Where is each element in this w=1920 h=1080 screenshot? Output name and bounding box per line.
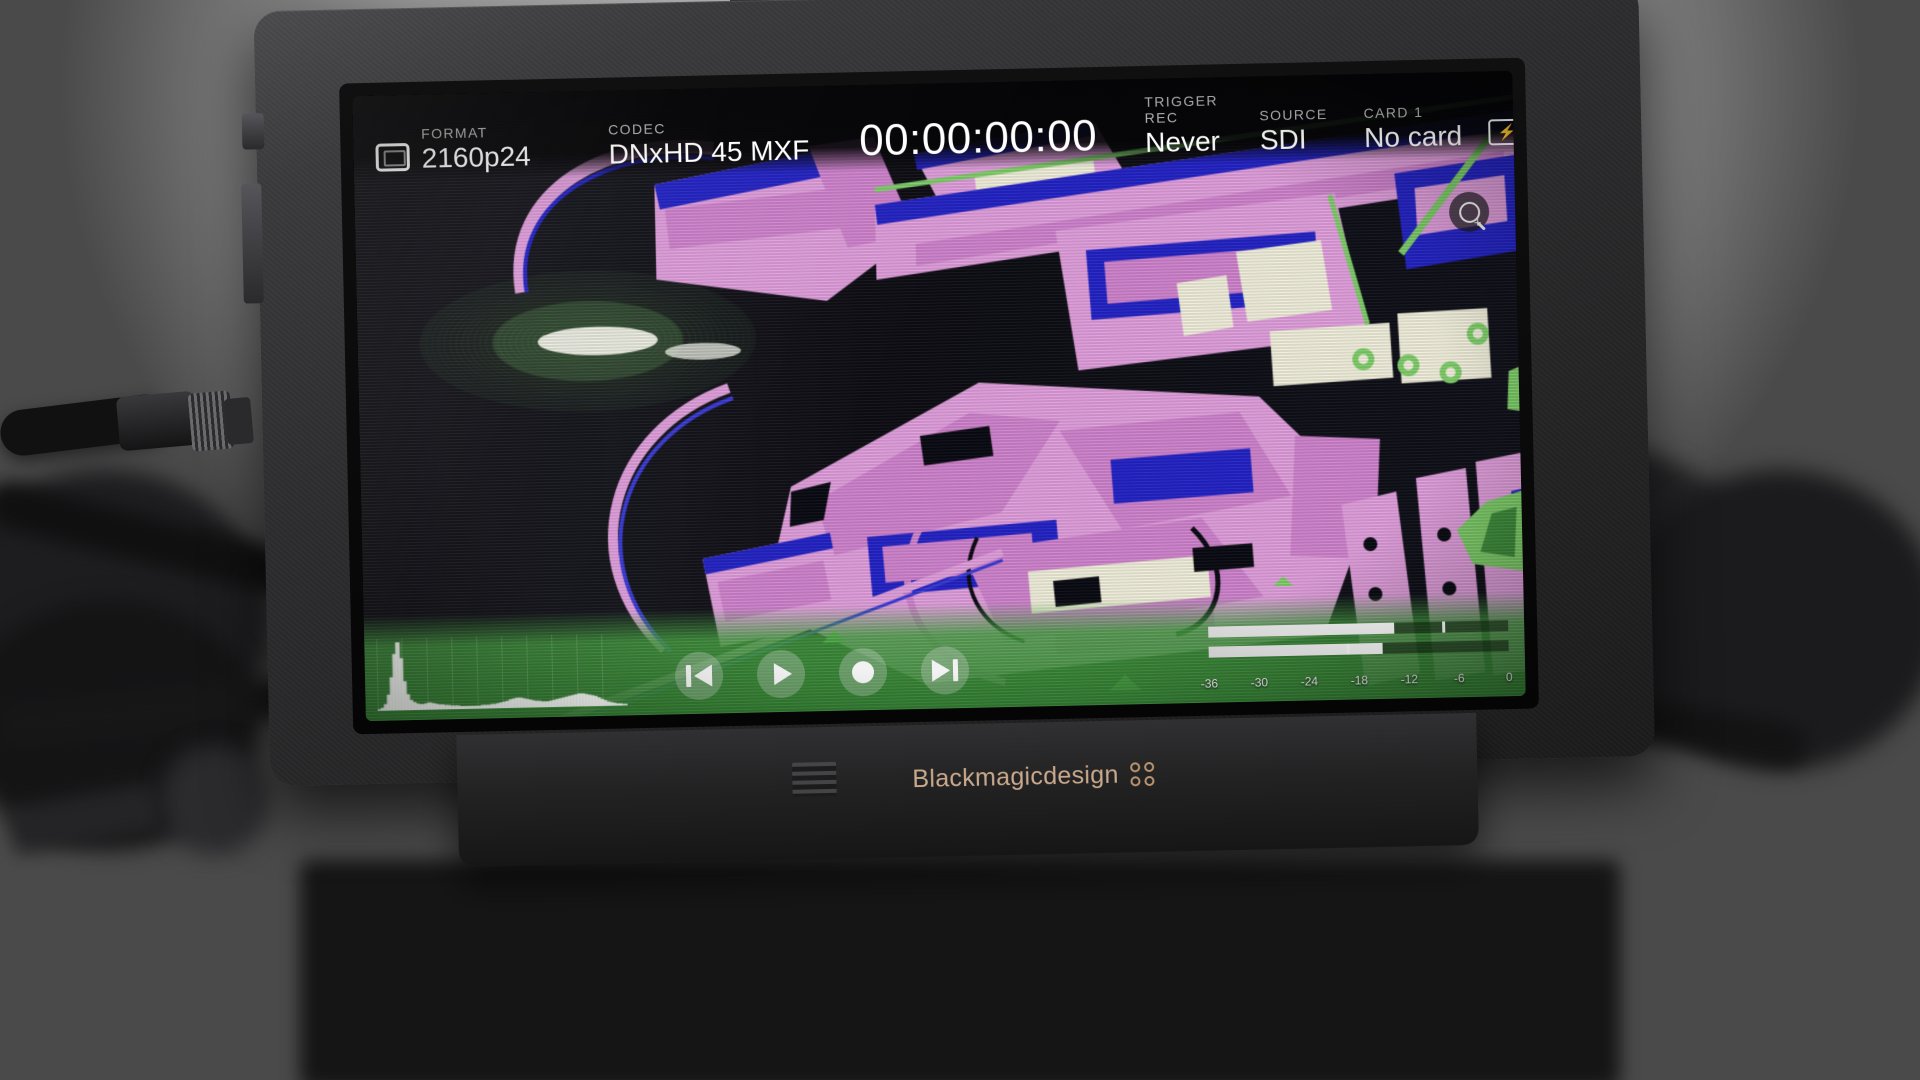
source-value: SDI xyxy=(1259,123,1307,156)
audio-meter-ch1-peak xyxy=(1442,621,1446,633)
record-button[interactable] xyxy=(838,647,888,697)
transport-controls xyxy=(674,645,970,701)
audio-scale-label: -18 xyxy=(1350,673,1369,688)
audio-meters[interactable]: -36 -30 -24 -18 -12 -6 0 xyxy=(1201,620,1513,691)
audio-meter-ch1 xyxy=(1208,620,1509,638)
brand-name: Blackmagicdesign xyxy=(912,760,1119,793)
histogram-ticks xyxy=(376,633,628,711)
status-trigger-rec[interactable]: TRIGGER REC Never xyxy=(1144,92,1221,158)
plus-glyph: + xyxy=(1473,214,1482,230)
monitor-chin: Blackmagicdesign xyxy=(456,712,1479,868)
audio-scale-label: -30 xyxy=(1250,675,1269,690)
trigger-rec-value: Never xyxy=(1144,125,1221,158)
side-connector-mid xyxy=(241,183,264,304)
audio-scale-label: -6 xyxy=(1453,671,1465,686)
audio-scale-label: -24 xyxy=(1300,674,1319,689)
skip-previous-icon xyxy=(685,664,713,688)
status-timecode[interactable]: 00:00:00:00 xyxy=(858,110,1098,166)
status-source[interactable]: SOURCE SDI xyxy=(1259,105,1328,156)
field-monitor: FORMAT 2160p24 CODEC DNxHD 45 MXF 00:00:… xyxy=(241,0,1670,893)
audio-scale-label: -36 xyxy=(1200,676,1219,691)
monitor-screen[interactable]: FORMAT 2160p24 CODEC DNxHD 45 MXF 00:00:… xyxy=(352,70,1526,722)
audio-meter-ch2-fill xyxy=(1208,642,1383,658)
timecode-value: 00:00:00:00 xyxy=(858,110,1098,166)
play-icon xyxy=(773,662,793,686)
brand-logo: Blackmagicdesign xyxy=(912,754,1173,800)
audio-meter-ch2 xyxy=(1208,640,1509,658)
magnify-plus-button[interactable]: + xyxy=(1448,191,1490,233)
trigger-rec-label: TRIGGER REC xyxy=(1144,92,1219,126)
card-label: CARD 1 xyxy=(1363,103,1424,122)
codec-value: DNxHD 45 MXF xyxy=(608,134,810,170)
audio-meter-ch2-peak xyxy=(1346,643,1350,655)
card-value: No card xyxy=(1363,120,1463,154)
format-label: FORMAT xyxy=(421,124,488,142)
scene: FORMAT 2160p24 CODEC DNxHD 45 MXF 00:00:… xyxy=(0,0,1920,1080)
status-format[interactable]: FORMAT 2160p24 xyxy=(375,123,532,174)
source-label: SOURCE xyxy=(1259,105,1328,124)
audio-scale-label: 0 xyxy=(1505,670,1513,685)
side-connector-top xyxy=(241,113,265,150)
luma-histogram[interactable] xyxy=(376,633,628,711)
status-card[interactable]: CARD 1 No card xyxy=(1363,103,1463,154)
monitor-shell: FORMAT 2160p24 CODEC DNxHD 45 MXF 00:00:… xyxy=(241,0,1679,908)
audio-scale: -36 -30 -24 -18 -12 -6 0 xyxy=(1201,668,1513,691)
status-codec[interactable]: CODEC DNxHD 45 MXF xyxy=(608,117,810,170)
bg-connector-left xyxy=(160,745,270,855)
format-value: 2160p24 xyxy=(421,140,532,174)
logo-dots-icon xyxy=(1130,761,1155,787)
skip-back-button[interactable] xyxy=(674,651,724,701)
skip-next-icon xyxy=(931,659,959,682)
skip-forward-button[interactable] xyxy=(920,645,970,695)
xlr-cable xyxy=(0,368,270,478)
speaker-grille xyxy=(791,761,837,797)
audio-meter-ch1-fill xyxy=(1208,622,1395,638)
record-icon xyxy=(851,660,875,684)
play-button[interactable] xyxy=(756,649,806,699)
audio-scale-label: -12 xyxy=(1400,672,1419,687)
frame-icon xyxy=(375,142,410,172)
magnify-plus-icon: + xyxy=(1458,201,1482,229)
